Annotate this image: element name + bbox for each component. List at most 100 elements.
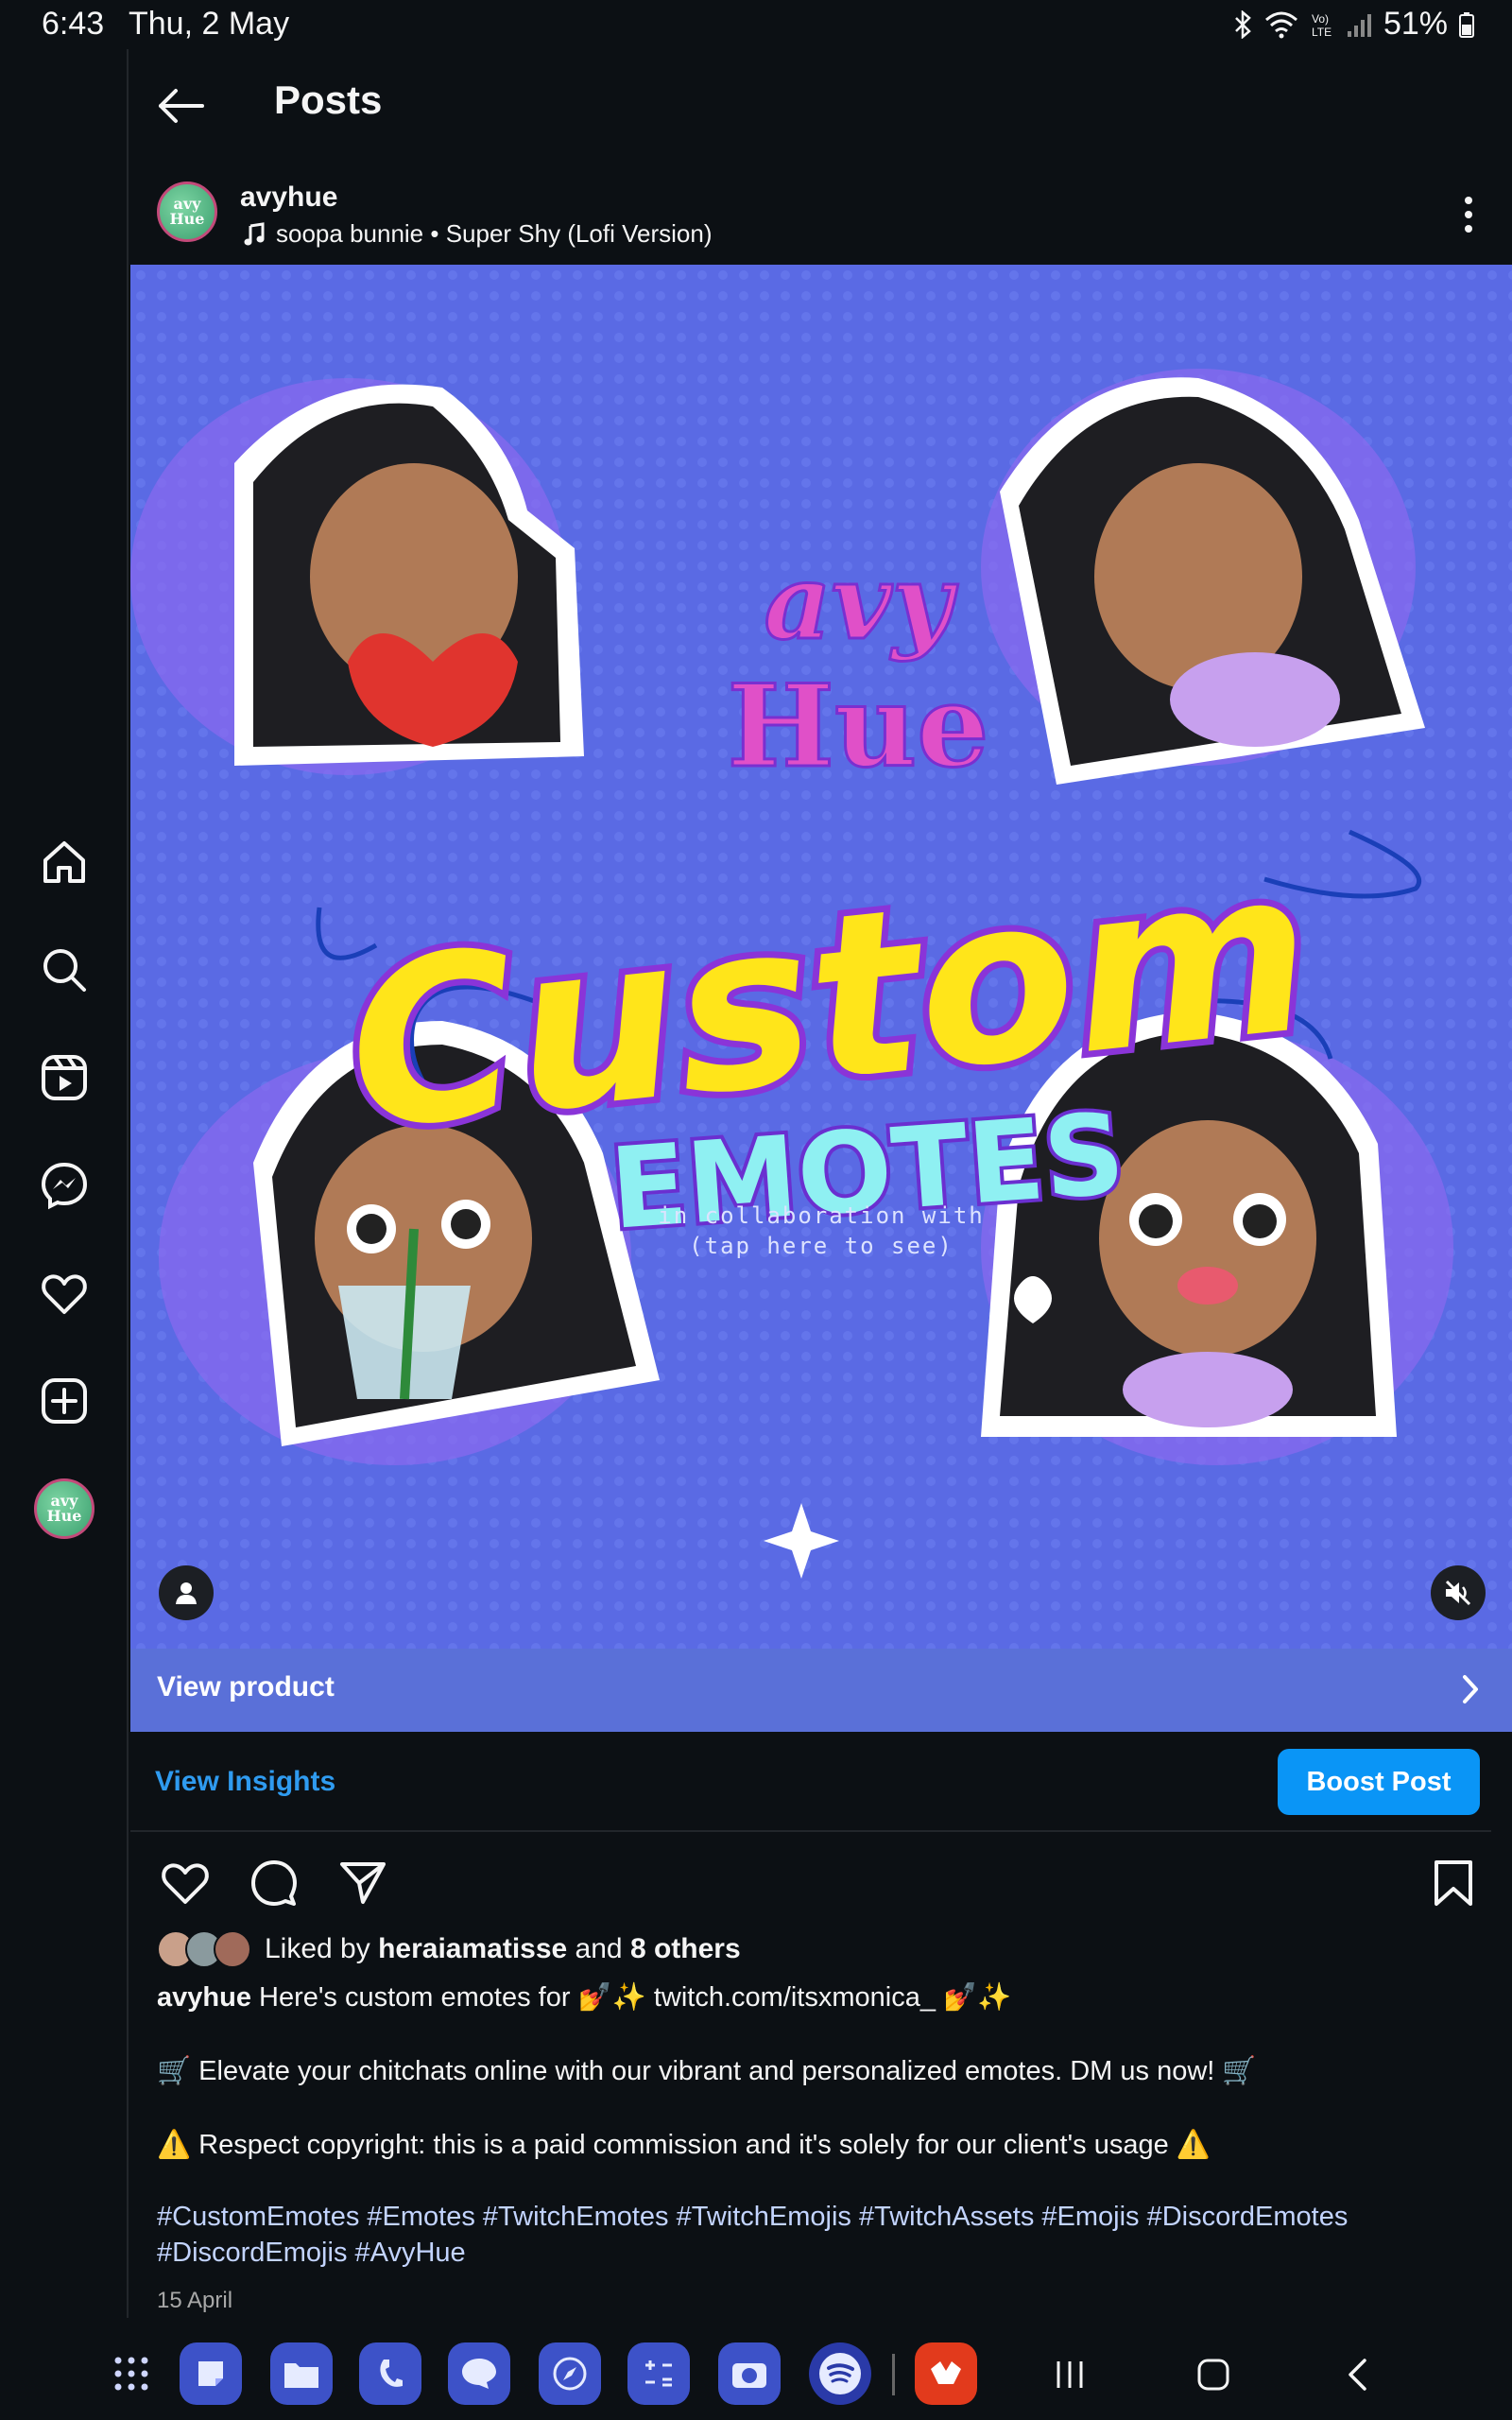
folder-icon <box>284 2363 318 2388</box>
back-button[interactable] <box>153 78 210 134</box>
post-avatar[interactable]: avy Hue <box>157 182 217 242</box>
likes-others[interactable]: 8 others <box>630 1933 741 1965</box>
liker-avatars <box>157 1930 257 1968</box>
apps-grid-icon <box>114 2357 148 2391</box>
status-date: Thu, 2 May <box>129 6 290 42</box>
likes-user[interactable]: heraiamatisse <box>378 1933 567 1965</box>
calculator-icon <box>645 2360 672 2387</box>
notes-icon <box>198 2361 223 2386</box>
speaker-muted-icon <box>1445 1580 1471 1606</box>
app-spotify[interactable] <box>809 2342 871 2405</box>
volte-icon: Vo)LTE <box>1312 12 1332 39</box>
boost-post-button[interactable]: Boost Post <box>1278 1749 1480 1815</box>
comment-button[interactable] <box>246 1855 302 1911</box>
like-button[interactable] <box>157 1855 214 1911</box>
caption-text: Here's custom emotes for 💅✨ twitch.com/i… <box>250 1982 1012 2013</box>
home-button[interactable] <box>1185 2350 1242 2399</box>
liker-avatar <box>214 1930 251 1968</box>
chevron-left-icon <box>1349 2359 1366 2391</box>
likes-middle: and <box>567 1933 630 1964</box>
heart-icon <box>42 1274 87 1314</box>
save-icon <box>1435 1860 1472 1906</box>
likes-prefix: Liked by <box>265 1933 379 1964</box>
caption-line-3: ⚠️ Respect copyright: this is a paid com… <box>157 2130 1211 2160</box>
nav-create[interactable] <box>34 1371 94 1431</box>
chevron-right-icon <box>1463 1675 1478 1703</box>
messenger-icon <box>41 1162 88 1210</box>
status-bar: 6:43 Thu, 2 May Vo) LTE 51% <box>0 0 1512 49</box>
view-product-label: View product <box>157 1671 335 1703</box>
app-calculator[interactable] <box>627 2342 690 2405</box>
view-product-bar[interactable]: View product <box>130 1649 1512 1732</box>
collab-line-2[interactable]: (tap here to see) <box>130 1233 1512 1259</box>
bluetooth-icon <box>1235 9 1251 39</box>
caption-hashtags[interactable]: #CustomEmotes #Emotes #TwitchEmotes #Twi… <box>157 2199 1480 2271</box>
spotify-icon <box>819 2353 861 2394</box>
status-time: 6:43 <box>42 6 105 42</box>
person-icon <box>176 1582 197 1604</box>
profile-avatar[interactable]: avy Hue <box>34 1478 94 1539</box>
reels-icon <box>42 1055 87 1100</box>
share-button[interactable] <box>335 1855 391 1911</box>
more-options-button[interactable] <box>1450 191 1487 238</box>
phone-icon <box>380 2360 403 2387</box>
tagged-people-button[interactable] <box>159 1565 214 1620</box>
back-nav-button[interactable] <box>1329 2350 1385 2399</box>
compass-icon <box>553 2357 587 2391</box>
create-icon <box>42 1378 87 1424</box>
battery-percent: 51% <box>1383 6 1448 42</box>
app-notes[interactable] <box>180 2342 242 2405</box>
app-messages[interactable] <box>448 2342 510 2405</box>
nav-home[interactable] <box>34 832 94 892</box>
app-recent[interactable] <box>915 2342 977 2405</box>
recents-button[interactable] <box>1041 2350 1098 2399</box>
more-vertical-icon <box>1465 197 1472 233</box>
side-navigation: avy Hue <box>0 49 129 2318</box>
camera-icon <box>732 2363 766 2388</box>
nav-reels[interactable] <box>34 1047 94 1108</box>
post-date: 15 April <box>157 2288 233 2313</box>
view-insights-link[interactable]: View Insights <box>155 1766 335 1798</box>
post-header: avy Hue avyhue soopa bunnie • Super Shy … <box>130 168 1512 265</box>
wifi-icon <box>1264 11 1297 38</box>
app-camera[interactable] <box>718 2342 781 2405</box>
caption-username[interactable]: avyhue <box>157 1982 251 2013</box>
app-drawer-button[interactable] <box>100 2342 163 2405</box>
chat-bubble-icon <box>462 2359 496 2389</box>
home-square-icon <box>1197 2359 1229 2391</box>
post-music[interactable]: soopa bunnie • Super Shy (Lofi Version) <box>244 219 713 249</box>
save-button[interactable] <box>1425 1855 1482 1911</box>
post-image[interactable]: avy Hue Custom EMOTES in collaboration w… <box>130 265 1512 1649</box>
battery-icon <box>1459 11 1474 38</box>
app-phone[interactable] <box>359 2342 421 2405</box>
home-icon <box>43 841 85 883</box>
svg-text:Vo): Vo) <box>1312 12 1329 26</box>
page-header: Posts <box>130 49 1512 159</box>
caption-line-2: 🛒 Elevate your chitchats online with our… <box>157 2056 1257 2086</box>
nav-notifications[interactable] <box>34 1263 94 1323</box>
music-track: soopa bunnie • Super Shy (Lofi Version) <box>276 219 713 248</box>
status-icons: Vo) LTE 51% <box>1232 6 1474 43</box>
music-note-icon <box>244 221 265 245</box>
recents-icon <box>1057 2361 1083 2388</box>
brand-lettering: avy <box>764 541 958 663</box>
nav-search[interactable] <box>34 940 94 1000</box>
app-files[interactable] <box>270 2342 333 2405</box>
likes-summary[interactable]: Liked by heraiamatisse and 8 others <box>157 1928 741 1970</box>
post-actions <box>130 1845 1512 1921</box>
taskbar-separator <box>892 2354 895 2395</box>
caption-line-1: avyhue Here's custom emotes for 💅✨ twitc… <box>157 1979 1480 2015</box>
like-icon <box>162 1863 209 1904</box>
page-title: Posts <box>274 78 383 122</box>
insights-row: View Insights Boost Post <box>130 1732 1491 1832</box>
emote-artwork: avy Hue Custom EMOTES <box>130 265 1512 1649</box>
collab-line-1: in collaboration with <box>658 1202 985 1229</box>
post-username[interactable]: avyhue <box>240 182 337 214</box>
app-browser[interactable] <box>539 2342 601 2405</box>
mute-button[interactable] <box>1431 1565 1486 1620</box>
nav-messenger[interactable] <box>34 1155 94 1216</box>
share-icon <box>340 1862 386 1904</box>
svg-text:LTE: LTE <box>1312 26 1332 39</box>
search-icon <box>43 949 86 992</box>
app-logo-icon <box>931 2361 961 2384</box>
